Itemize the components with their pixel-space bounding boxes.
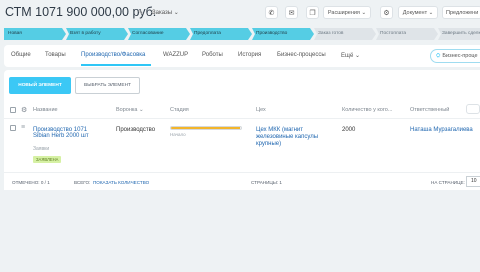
stage-label: Начало [170, 132, 186, 137]
tab-products[interactable]: Товары [45, 52, 66, 58]
tabs-bar: Общие Товары Производство/Фасовка WAZZUP… [4, 45, 480, 67]
business-process-button[interactable]: ⛭ Бизнес-проце [430, 49, 480, 63]
stage-progress-bar[interactable] [170, 126, 242, 130]
phone-icon[interactable]: ✆ [265, 6, 278, 19]
settings-icon[interactable]: ⚙ [380, 6, 393, 19]
document-button[interactable]: Документ ⌄ [398, 6, 438, 19]
stage-progress-fill [171, 127, 240, 129]
workshop-line1: Цех МКК (магнит [256, 127, 304, 133]
tab-production[interactable]: Производство/Фасовка [81, 52, 145, 58]
mail-icon[interactable]: ✉ [285, 6, 298, 19]
extensions-label: Расширения [327, 9, 360, 16]
row-quantity: 2000 [342, 127, 356, 133]
page-size-label: НА СТРАНИЦЕ: [431, 180, 465, 185]
page-size-select[interactable]: 10 [466, 176, 480, 187]
total-label: ВСЕГО: [74, 180, 91, 185]
copy-icon[interactable]: ❐ [306, 6, 319, 19]
column-quantity[interactable]: Количество у кого... [342, 107, 392, 113]
stage-new[interactable]: Новая [4, 28, 66, 40]
row-name-link[interactable]: Производство 1071 Sibian Herb 2000 шт [33, 127, 89, 139]
table-column-toggle[interactable] [466, 104, 480, 114]
page-header: СТМ 1071 900 000,00 руб. ✎ ✧ Заказы ⌄ ✆ … [0, 0, 480, 26]
row-menu-icon[interactable]: ≡ [21, 124, 25, 131]
active-tab-indicator [81, 64, 151, 66]
stage-order-ready[interactable]: Заказ готов [314, 28, 376, 40]
stage-in-work[interactable]: Взят в работу [66, 28, 128, 40]
document-label: Документ [402, 9, 428, 16]
business-process-icon: ⛭ [436, 52, 441, 59]
row-workshop-link[interactable]: Цех МКК (магнит железовиные капсулы круп… [256, 127, 318, 148]
workshop-line3: крупные) [256, 141, 282, 147]
proposal-button[interactable]: Предложени [442, 6, 480, 19]
column-responsible[interactable]: Ответственный [410, 107, 449, 113]
row-responsible-link[interactable]: Наташа Мурзагалиева [410, 127, 473, 133]
row-funnel: Производство [116, 127, 156, 133]
show-count-link[interactable]: ПОКАЗАТЬ КОЛИЧЕСТВО [93, 180, 149, 185]
extensions-button[interactable]: Расширения ⌄ [323, 6, 371, 19]
stage-prepayment[interactable]: Предоплата [190, 28, 252, 40]
status-badge: ЗАЯВЛЕНА [33, 156, 62, 163]
selected-count: ОТМЕЧЕНО: 0 / 1 [12, 180, 50, 185]
tab-more[interactable]: Ещё ⌄ [341, 52, 360, 59]
column-settings-icon[interactable]: ⚙ [21, 106, 27, 114]
header-divider [4, 118, 480, 119]
tab-business-processes[interactable]: Бизнес-процессы [277, 52, 326, 58]
tab-robots[interactable]: Роботы [202, 52, 223, 58]
column-workshop[interactable]: Цех [256, 107, 266, 113]
tab-wazzup[interactable]: WAZZUP [163, 52, 188, 58]
stage-bar: Новая Взят в работу Согласование Предопл… [4, 28, 480, 40]
stage-production[interactable]: Производство [252, 28, 314, 40]
table-footer: ОТМЕЧЕНО: 0 / 1 ВСЕГО: ПОКАЗАТЬ КОЛИЧЕСТ… [4, 172, 480, 190]
stage-approval[interactable]: Согласование [128, 28, 190, 40]
workshop-line2: железовиные капсулы [256, 134, 319, 140]
select-element-button[interactable]: ВЫБРАТЬ ЭЛЕМЕНТ [75, 77, 140, 94]
row-checkbox[interactable] [10, 125, 16, 131]
column-stage[interactable]: Стадия [170, 107, 189, 113]
business-process-label: Бизнес-проце [442, 53, 478, 59]
column-name[interactable]: Название [33, 107, 58, 113]
stage-finish[interactable]: Завершить сделку [438, 28, 480, 40]
funnel-label: Заказы [152, 10, 173, 16]
tab-general[interactable]: Общие [11, 52, 31, 58]
funnel-selector[interactable]: Заказы ⌄ [152, 9, 179, 16]
new-element-button[interactable]: НОВЫЙ ЭЛЕМЕНТ [9, 77, 71, 94]
select-all-checkbox[interactable] [10, 107, 16, 113]
row-subtitle: Заявки [33, 146, 50, 152]
tab-history[interactable]: История [238, 52, 261, 58]
pages-label: СТРАНИЦЫ: 1 [251, 180, 282, 185]
stage-postpayment[interactable]: Постоплата [376, 28, 438, 40]
column-funnel[interactable]: Воронка ⌄ [116, 107, 144, 113]
page-title: СТМ 1071 900 000,00 руб. [5, 5, 157, 19]
row-name-line2: Sibian Herb 2000 шт [33, 133, 89, 139]
